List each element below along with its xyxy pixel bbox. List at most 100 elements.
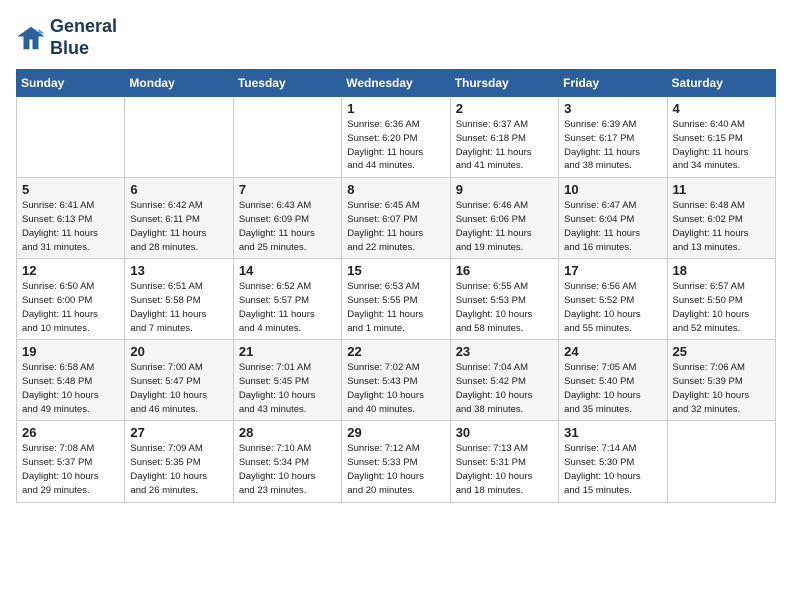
day-number: 18 [673, 263, 770, 278]
calendar-cell: 12Sunrise: 6:50 AM Sunset: 6:00 PM Dayli… [17, 259, 125, 340]
calendar-week-row: 1Sunrise: 6:36 AM Sunset: 6:20 PM Daylig… [17, 97, 776, 178]
calendar-week-row: 5 Sunrise: 6:41 AM Sunset: 6:13 PM Daylig… [17, 178, 776, 259]
calendar-cell: 27Sunrise: 7:09 AM Sunset: 5:35 PM Dayli… [125, 421, 233, 502]
day-info: Sunrise: 6:58 AM Sunset: 5:48 PM Dayligh… [22, 361, 119, 416]
calendar-cell: 9 Sunrise: 6:46 AM Sunset: 6:06 PM Daylig… [450, 178, 558, 259]
calendar-cell [125, 97, 233, 178]
calendar-week-row: 19 Sunrise: 6:58 AM Sunset: 5:48 PM Dayli… [17, 340, 776, 421]
day-number: 9 [456, 182, 553, 197]
day-info: Sunrise: 7:05 AM Sunset: 5:40 PM Dayligh… [564, 361, 661, 416]
day-info: Sunrise: 6:56 AM Sunset: 5:52 PM Dayligh… [564, 280, 661, 335]
day-number: 20 [130, 344, 227, 359]
day-number: 6 [130, 182, 227, 197]
day-info: Sunrise: 6:53 AM Sunset: 5:55 PM Dayligh… [347, 280, 444, 335]
day-info: Sunrise: 7:14 AM Sunset: 5:30 PM Dayligh… [564, 442, 661, 497]
day-info: Sunrise: 6:42 AM Sunset: 6:11 PM Dayligh… [130, 199, 227, 254]
calendar-cell: 31 Sunrise: 7:14 AM Sunset: 5:30 PM Dayli… [559, 421, 667, 502]
day-info: Sunrise: 7:06 AM Sunset: 5:39 PM Dayligh… [673, 361, 770, 416]
calendar-cell: 11 Sunrise: 6:48 AM Sunset: 6:02 PM Dayli… [667, 178, 775, 259]
calendar-week-row: 12Sunrise: 6:50 AM Sunset: 6:00 PM Dayli… [17, 259, 776, 340]
calendar-cell: 17 Sunrise: 6:56 AM Sunset: 5:52 PM Dayli… [559, 259, 667, 340]
calendar-cell: 1Sunrise: 6:36 AM Sunset: 6:20 PM Daylig… [342, 97, 450, 178]
calendar-cell: 7 Sunrise: 6:43 AM Sunset: 6:09 PM Daylig… [233, 178, 341, 259]
day-number: 30 [456, 425, 553, 440]
day-info: Sunrise: 6:55 AM Sunset: 5:53 PM Dayligh… [456, 280, 553, 335]
weekday-header: Saturday [667, 70, 775, 97]
calendar-cell: 19 Sunrise: 6:58 AM Sunset: 5:48 PM Dayli… [17, 340, 125, 421]
calendar-cell: 20Sunrise: 7:00 AM Sunset: 5:47 PM Dayli… [125, 340, 233, 421]
day-number: 29 [347, 425, 444, 440]
calendar-cell: 3 Sunrise: 6:39 AM Sunset: 6:17 PM Daylig… [559, 97, 667, 178]
day-info: Sunrise: 7:12 AM Sunset: 5:33 PM Dayligh… [347, 442, 444, 497]
day-info: Sunrise: 7:08 AM Sunset: 5:37 PM Dayligh… [22, 442, 119, 497]
calendar-cell [233, 97, 341, 178]
calendar-cell: 4 Sunrise: 6:40 AM Sunset: 6:15 PM Daylig… [667, 97, 775, 178]
day-number: 7 [239, 182, 336, 197]
calendar-cell: 24 Sunrise: 7:05 AM Sunset: 5:40 PM Dayli… [559, 340, 667, 421]
day-info: Sunrise: 7:02 AM Sunset: 5:43 PM Dayligh… [347, 361, 444, 416]
calendar-cell: 13Sunrise: 6:51 AM Sunset: 5:58 PM Dayli… [125, 259, 233, 340]
day-number: 31 [564, 425, 661, 440]
day-info: Sunrise: 7:01 AM Sunset: 5:45 PM Dayligh… [239, 361, 336, 416]
day-number: 21 [239, 344, 336, 359]
day-number: 1 [347, 101, 444, 116]
day-info: Sunrise: 6:52 AM Sunset: 5:57 PM Dayligh… [239, 280, 336, 335]
day-number: 25 [673, 344, 770, 359]
day-number: 24 [564, 344, 661, 359]
day-info: Sunrise: 6:37 AM Sunset: 6:18 PM Dayligh… [456, 118, 553, 173]
calendar-cell: 16 Sunrise: 6:55 AM Sunset: 5:53 PM Dayli… [450, 259, 558, 340]
calendar-cell: 2 Sunrise: 6:37 AM Sunset: 6:18 PM Daylig… [450, 97, 558, 178]
day-number: 19 [22, 344, 119, 359]
day-number: 16 [456, 263, 553, 278]
day-number: 22 [347, 344, 444, 359]
logo: General Blue [16, 16, 117, 59]
calendar-cell: 28 Sunrise: 7:10 AM Sunset: 5:34 PM Dayli… [233, 421, 341, 502]
page-header: General Blue [16, 16, 776, 59]
calendar-cell: 6 Sunrise: 6:42 AM Sunset: 6:11 PM Daylig… [125, 178, 233, 259]
day-number: 2 [456, 101, 553, 116]
day-number: 11 [673, 182, 770, 197]
day-info: Sunrise: 6:46 AM Sunset: 6:06 PM Dayligh… [456, 199, 553, 254]
calendar-cell: 26 Sunrise: 7:08 AM Sunset: 5:37 PM Dayli… [17, 421, 125, 502]
day-info: Sunrise: 6:39 AM Sunset: 6:17 PM Dayligh… [564, 118, 661, 173]
day-number: 3 [564, 101, 661, 116]
weekday-header: Monday [125, 70, 233, 97]
calendar-cell: 25 Sunrise: 7:06 AM Sunset: 5:39 PM Dayli… [667, 340, 775, 421]
calendar-cell: 21 Sunrise: 7:01 AM Sunset: 5:45 PM Dayli… [233, 340, 341, 421]
day-info: Sunrise: 6:48 AM Sunset: 6:02 PM Dayligh… [673, 199, 770, 254]
day-number: 4 [673, 101, 770, 116]
day-number: 17 [564, 263, 661, 278]
day-info: Sunrise: 6:43 AM Sunset: 6:09 PM Dayligh… [239, 199, 336, 254]
logo-icon [16, 23, 46, 53]
calendar-cell: 14 Sunrise: 6:52 AM Sunset: 5:57 PM Dayli… [233, 259, 341, 340]
weekday-header: Thursday [450, 70, 558, 97]
day-info: Sunrise: 6:41 AM Sunset: 6:13 PM Dayligh… [22, 199, 119, 254]
day-number: 15 [347, 263, 444, 278]
day-info: Sunrise: 7:13 AM Sunset: 5:31 PM Dayligh… [456, 442, 553, 497]
weekday-header: Wednesday [342, 70, 450, 97]
calendar-week-row: 26 Sunrise: 7:08 AM Sunset: 5:37 PM Dayli… [17, 421, 776, 502]
day-info: Sunrise: 7:10 AM Sunset: 5:34 PM Dayligh… [239, 442, 336, 497]
day-info: Sunrise: 6:50 AM Sunset: 6:00 PM Dayligh… [22, 280, 119, 335]
day-info: Sunrise: 6:51 AM Sunset: 5:58 PM Dayligh… [130, 280, 227, 335]
logo-text: General Blue [50, 16, 117, 59]
weekday-header: Tuesday [233, 70, 341, 97]
day-number: 28 [239, 425, 336, 440]
calendar-cell: 18Sunrise: 6:57 AM Sunset: 5:50 PM Dayli… [667, 259, 775, 340]
day-number: 8 [347, 182, 444, 197]
day-info: Sunrise: 7:09 AM Sunset: 5:35 PM Dayligh… [130, 442, 227, 497]
calendar-cell: 8 Sunrise: 6:45 AM Sunset: 6:07 PM Daylig… [342, 178, 450, 259]
calendar-cell: 5 Sunrise: 6:41 AM Sunset: 6:13 PM Daylig… [17, 178, 125, 259]
calendar: SundayMondayTuesdayWednesdayThursdayFrid… [16, 69, 776, 502]
day-number: 26 [22, 425, 119, 440]
day-info: Sunrise: 6:47 AM Sunset: 6:04 PM Dayligh… [564, 199, 661, 254]
calendar-cell [667, 421, 775, 502]
day-number: 5 [22, 182, 119, 197]
day-info: Sunrise: 6:45 AM Sunset: 6:07 PM Dayligh… [347, 199, 444, 254]
calendar-cell: 29 Sunrise: 7:12 AM Sunset: 5:33 PM Dayli… [342, 421, 450, 502]
day-number: 14 [239, 263, 336, 278]
calendar-cell: 15 Sunrise: 6:53 AM Sunset: 5:55 PM Dayli… [342, 259, 450, 340]
calendar-cell: 30 Sunrise: 7:13 AM Sunset: 5:31 PM Dayli… [450, 421, 558, 502]
day-info: Sunrise: 6:40 AM Sunset: 6:15 PM Dayligh… [673, 118, 770, 173]
weekday-header: Friday [559, 70, 667, 97]
